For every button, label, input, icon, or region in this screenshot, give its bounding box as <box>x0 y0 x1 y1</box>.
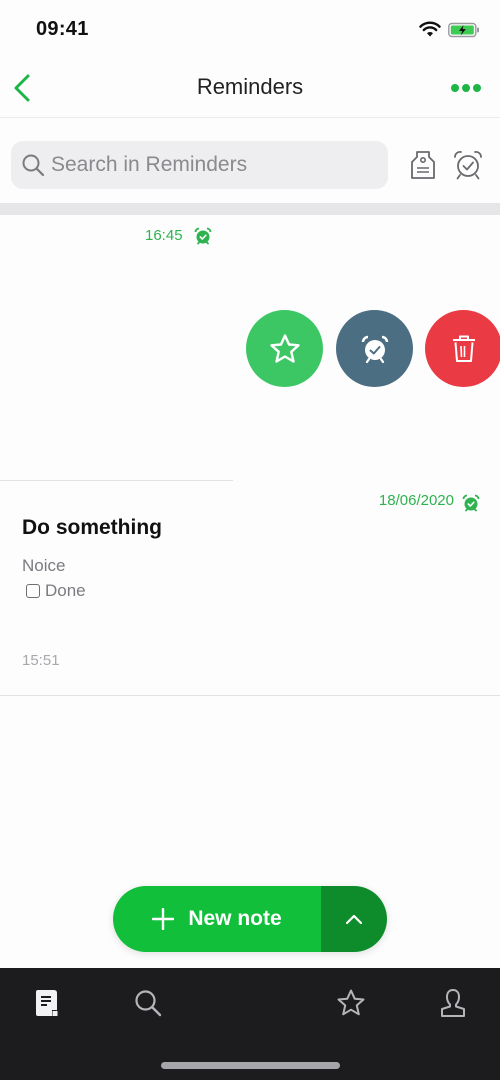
search-box[interactable] <box>11 141 388 189</box>
checklist-label: Done <box>45 581 86 600</box>
set-reminder-button[interactable] <box>336 310 413 387</box>
checkbox[interactable] <box>26 584 40 598</box>
reminder-date: 18/06/2020 <box>378 492 454 509</box>
search-icon <box>135 990 162 1017</box>
nav-bar: Reminders <box>0 60 500 118</box>
page-title: Reminders <box>196 74 304 99</box>
new-note-options-button[interactable] <box>321 886 387 952</box>
trash-icon <box>452 335 475 362</box>
more-options-button[interactable] <box>450 78 482 98</box>
chevron-up-icon <box>345 914 363 925</box>
note-icon <box>36 990 58 1016</box>
delete-note-button[interactable] <box>425 310 500 387</box>
note-title: Do something <box>22 516 162 539</box>
reminder-filter-button[interactable] <box>452 149 484 181</box>
battery-charging-icon <box>448 22 479 38</box>
new-note-label: New note <box>188 907 282 930</box>
note-card-swiped[interactable]: 16:45 <box>0 215 233 481</box>
star-icon <box>269 333 300 363</box>
section-divider <box>0 203 500 215</box>
reminder-time: 16:45 <box>145 227 183 244</box>
note-body: Noice <box>22 556 66 575</box>
search-row <box>0 119 500 203</box>
star-icon <box>337 989 365 1016</box>
wifi-icon <box>419 21 441 37</box>
tab-bar <box>0 968 500 1080</box>
star-note-button[interactable] <box>246 310 323 387</box>
status-time: 09:41 <box>36 18 89 40</box>
search-icon <box>22 154 45 177</box>
screen: 09:41 Reminders Search in Reminders 16:4… <box>0 0 500 1080</box>
checklist-item: Done <box>26 581 86 601</box>
alarm-check-icon <box>462 494 480 512</box>
new-note-button[interactable]: New note <box>113 886 321 952</box>
status-bar: 09:41 <box>0 0 500 60</box>
tab-shortcuts[interactable] <box>334 986 368 1020</box>
tab-search[interactable] <box>131 986 165 1020</box>
tag-filter-button[interactable] <box>409 149 437 181</box>
search-input[interactable] <box>51 141 381 189</box>
note-updated-time: 15:51 <box>22 652 60 669</box>
plus-icon <box>152 908 175 930</box>
home-indicator <box>161 1062 340 1069</box>
tab-notes[interactable] <box>30 986 64 1020</box>
alarm-check-icon <box>194 227 212 245</box>
new-note-group: New note <box>113 886 387 952</box>
alarm-check-icon <box>361 335 388 363</box>
person-icon <box>441 989 465 1017</box>
note-card[interactable]: 18/06/2020 Do something Noice Done 15:51 <box>0 482 500 696</box>
tab-account[interactable] <box>436 986 470 1020</box>
